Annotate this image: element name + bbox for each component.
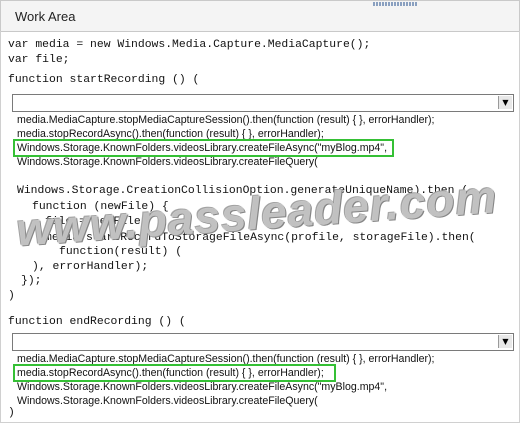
work-area-header: Work Area	[0, 0, 520, 32]
code-line: function endRecording () (	[8, 316, 186, 328]
code-dropdown-1[interactable]: ▼	[12, 94, 514, 112]
dropdown-arrow-icon[interactable]: ▼	[498, 335, 512, 348]
selected-answer-highlight	[13, 364, 336, 382]
code-line: var file;	[8, 54, 70, 66]
code-line: function startRecording () (	[8, 74, 200, 86]
dropdown-1-option[interactable]: media.MediaCapture.stopMediaCaptureSessi…	[17, 113, 434, 127]
work-area-title: Work Area	[15, 9, 76, 24]
code-line: });	[21, 275, 42, 287]
selected-answer-highlight	[13, 139, 394, 157]
resize-grip-icon[interactable]	[373, 2, 417, 6]
dropdown-1-option[interactable]: Windows.Storage.KnownFolders.videosLibra…	[17, 155, 318, 169]
dropdown-arrow-icon[interactable]: ▼	[498, 96, 512, 109]
dropdown-2-option[interactable]: Windows.Storage.KnownFolders.videosLibra…	[17, 394, 318, 408]
code-dropdown-2[interactable]: ▼	[12, 333, 514, 351]
code-line: ), errorHandler);	[32, 261, 149, 273]
dropdown-2-option[interactable]: Windows.Storage.KnownFolders.videosLibra…	[17, 380, 387, 394]
code-line: var media = new Windows.Media.Capture.Me…	[8, 39, 371, 51]
code-line: )	[8, 290, 15, 302]
code-line: )	[8, 407, 15, 419]
